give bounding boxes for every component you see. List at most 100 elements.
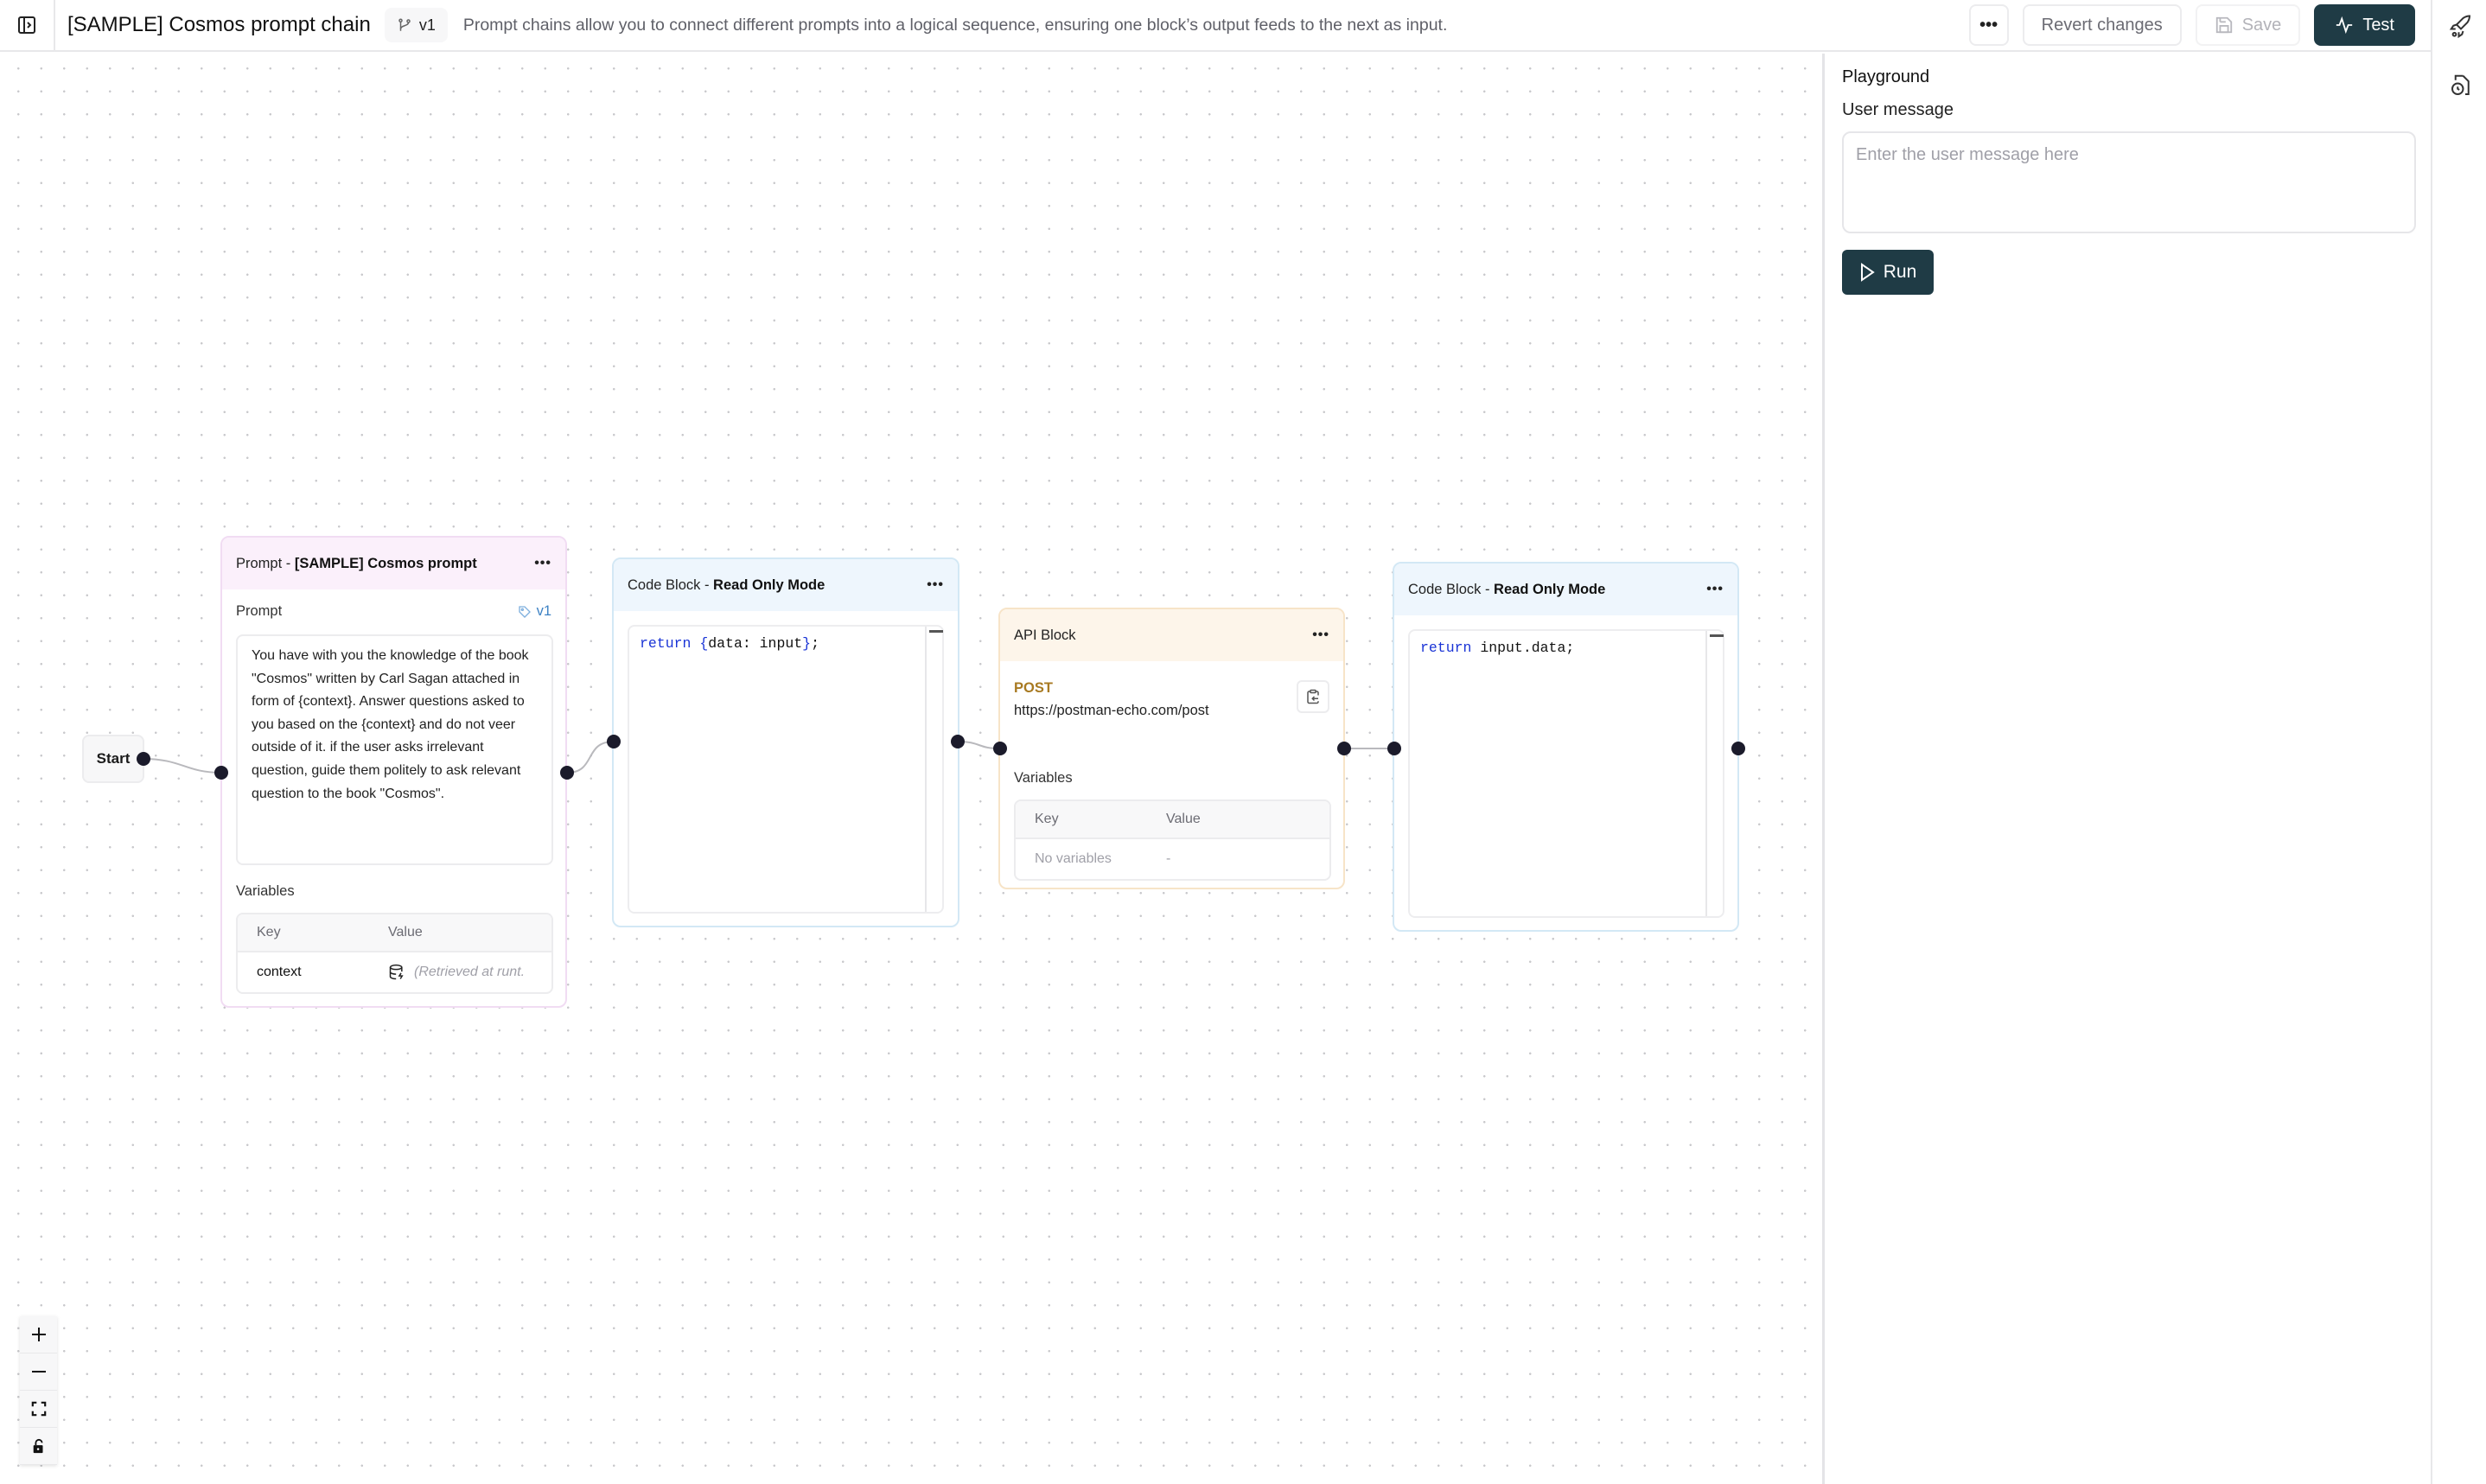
api-method: POST (1014, 680, 1053, 696)
variable-key: context (257, 965, 302, 979)
fit-view-button[interactable] (20, 1391, 57, 1428)
code-block-2-output-handle[interactable] (1731, 742, 1745, 755)
prompt-variables-table: Key Value context (Retrieved at runt. (236, 913, 553, 994)
prompt-node[interactable]: Prompt - [SAMPLE] Cosmos prompt ••• Prom… (220, 536, 567, 1008)
paste-request-button[interactable] (1297, 680, 1329, 713)
minus-icon (31, 1371, 46, 1373)
api-variables-table: Key Value No variables - (1014, 799, 1331, 881)
sidebar-toggle-icon (18, 16, 35, 34)
run-label: Run (1883, 262, 1917, 282)
code-block-1-header[interactable]: Code Block - Read Only Mode ••• (614, 559, 958, 611)
code-block-1-menu-button[interactable]: ••• (927, 577, 944, 593)
version-label: v1 (418, 16, 436, 34)
start-output-handle[interactable] (137, 752, 150, 766)
value-column-header: Value (388, 925, 423, 939)
variables-table-header: Key Value (238, 914, 551, 952)
code-block-node-1[interactable]: Code Block - Read Only Mode ••• return {… (612, 557, 959, 927)
code-body: data: input (708, 635, 803, 652)
code-editor-1-scrollbar[interactable] (925, 627, 943, 912)
variable-row[interactable]: context (Retrieved at runt. (238, 952, 551, 992)
api-key-column-header: Key (1035, 812, 1059, 826)
sidebar-toggle-button[interactable] (0, 0, 55, 51)
code-block-1-mode: Read Only Mode (713, 576, 825, 593)
api-variables-empty-row: No variables - (1016, 839, 1329, 879)
code-editor-2[interactable]: return input.data; (1408, 629, 1724, 918)
prompt-node-header[interactable]: Prompt - [SAMPLE] Cosmos prompt ••• (222, 538, 565, 589)
more-options-button[interactable]: ••• (1968, 4, 2009, 46)
code-block-2-menu-button[interactable]: ••• (1706, 582, 1724, 597)
tag-icon (518, 605, 531, 618)
user-message-input[interactable] (1842, 131, 2416, 233)
api-block-input-handle[interactable] (993, 742, 1007, 755)
database-icon (389, 964, 404, 980)
code-block-2-input-handle[interactable] (1387, 742, 1401, 755)
prompt-node-menu-button[interactable]: ••• (534, 556, 551, 571)
rocket-icon[interactable] (2448, 14, 2474, 40)
code-block-2-header[interactable]: Code Block - Read Only Mode ••• (1394, 564, 1737, 615)
fit-view-icon (31, 1401, 46, 1417)
api-block-menu-button[interactable]: ••• (1312, 627, 1329, 643)
api-variables-label: Variables (1014, 770, 1073, 786)
play-icon (1860, 263, 1875, 282)
document-history-icon[interactable] (2448, 73, 2474, 99)
code-block-2-title-prefix: Code Block - (1408, 581, 1495, 597)
api-url: https://postman-echo.com/post (1014, 703, 1209, 718)
api-block-title: API Block (1014, 627, 1076, 643)
api-no-variables: No variables (1035, 851, 1112, 866)
prompt-text: You have with you the knowledge of the b… (236, 634, 553, 865)
clipboard-paste-icon (1307, 689, 1319, 704)
lock-toggle-button[interactable] (20, 1428, 57, 1465)
api-empty-value: - (1166, 851, 1171, 866)
git-branch-icon (398, 18, 411, 31)
save-icon (2215, 16, 2232, 34)
api-value-column-header: Value (1166, 812, 1201, 826)
code-keyword: return (1420, 640, 1472, 656)
prompt-output-handle[interactable] (560, 766, 574, 780)
code-block-1-output-handle[interactable] (951, 735, 965, 748)
api-variables-header: Key Value (1016, 801, 1329, 839)
playground-title: Playground (1842, 67, 1930, 86)
run-button[interactable]: Run (1842, 250, 1934, 295)
prompt-version-label: v1 (536, 603, 551, 619)
prompt-version-tag[interactable]: v1 (518, 603, 551, 620)
start-label: Start (96, 750, 131, 767)
prompt-node-title-prefix: Prompt - (236, 555, 295, 571)
prompt-node-title: [SAMPLE] Cosmos prompt (294, 555, 477, 571)
test-button[interactable]: Test (2314, 4, 2415, 46)
code-editor-2-scrollbar[interactable] (1705, 631, 1724, 916)
code-brace-close: } (802, 635, 812, 652)
playground-panel: Playground User message Run (1822, 54, 2431, 1484)
unlock-icon (33, 1438, 42, 1454)
prompt-section-label: Prompt (236, 603, 283, 619)
variable-value: (Retrieved at runt. (414, 965, 526, 979)
key-column-header: Key (257, 925, 281, 939)
plus-icon (31, 1328, 46, 1341)
save-label: Save (2241, 15, 2282, 35)
zoom-in-button[interactable] (20, 1316, 57, 1353)
code-body: input.data; (1471, 640, 1575, 656)
api-block-output-handle[interactable] (1337, 742, 1351, 755)
user-message-label: User message (1842, 100, 1954, 119)
api-block-header[interactable]: API Block ••• (1000, 609, 1343, 661)
test-label: Test (2362, 15, 2394, 35)
right-rail (2431, 0, 2486, 1484)
prompt-variables-label: Variables (236, 883, 295, 899)
code-editor-1[interactable]: return {data: input}; (628, 625, 944, 914)
code-brace-open: { (699, 635, 709, 652)
page-title: [SAMPLE] Cosmos prompt chain (67, 13, 371, 36)
save-button[interactable]: Save (2195, 4, 2301, 46)
zoom-out-button[interactable] (20, 1353, 57, 1391)
start-node[interactable]: Start (82, 735, 144, 783)
code-keyword: return (640, 635, 692, 652)
code-block-node-2[interactable]: Code Block - Read Only Mode ••• return i… (1393, 562, 1739, 932)
code-end: ; (811, 635, 819, 652)
api-block-node[interactable]: API Block ••• POST https://postman-echo.… (998, 608, 1345, 889)
version-selector[interactable]: v1 (384, 8, 448, 42)
page-description: Prompt chains allow you to connect diffe… (462, 15, 1448, 35)
canvas-controls (20, 1316, 57, 1465)
code-block-2-mode: Read Only Mode (1494, 581, 1606, 597)
code-block-1-input-handle[interactable] (607, 735, 621, 748)
code-block-1-title-prefix: Code Block - (628, 576, 714, 593)
prompt-input-handle[interactable] (214, 766, 228, 780)
revert-changes-button[interactable]: Revert changes (2022, 4, 2182, 46)
